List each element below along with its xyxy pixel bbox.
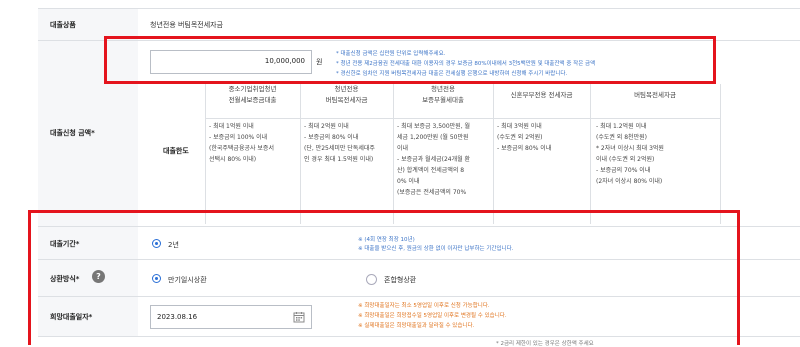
table-header-5: 버팀목전세자금 xyxy=(590,90,720,101)
table-cell-1: - 최대 1억원 이내 - 보증금의 100% 이내 (한국주택금융공사 보증서… xyxy=(209,121,274,165)
table-cell-5-line-4: 이내 (수도권 외 2억원) xyxy=(596,156,655,163)
table-cell-2-line-2: - 보증금의 80% 이내 xyxy=(304,134,359,141)
table-cell-5-line-1: - 최대 1.2억원 이내 xyxy=(596,123,647,130)
table-cell-3-line-6: 0% 이내 xyxy=(397,178,420,185)
table-cell-5-line-3: * 2자녀 이상시 최대 3억원 xyxy=(596,145,664,152)
table-cell-1-line-4: 선택시 80% 이내) xyxy=(209,156,257,163)
product-value: 청년전용 버팀목전세자금 xyxy=(150,21,224,29)
table-cell-3-line-4: - 보증금과 월세금(24개월 환 xyxy=(397,156,471,163)
product-label: 대출상품 xyxy=(50,21,76,29)
table-cell-5-line-2: (수도권 외 8천만원) xyxy=(596,134,647,141)
table-header-4: 신혼부부전용 전세자금 xyxy=(493,90,590,101)
table-header-3: 청년전용 보증부월세대출 xyxy=(393,84,493,106)
highlight-options-box xyxy=(28,210,740,345)
table-cell-5: - 최대 1.2억원 이내 (수도권 외 8천만원) * 2자녀 이상시 최대 … xyxy=(596,121,664,187)
table-header-4-line-1: 신혼부부전용 전세자금 xyxy=(510,91,573,99)
table-cell-3-line-2: 세금 1,200만원 (월 50만원 xyxy=(397,134,469,141)
table-cell-3-line-5: 산) 합계액이 전세금액의 8 xyxy=(397,167,465,174)
table-cell-5-line-5: - 보증금의 70% 이내 xyxy=(596,167,651,174)
table-cell-2-line-3: (단, 만25세미만 단독세대주 xyxy=(304,145,375,152)
table-cell-4-line-3: - 보증금의 80% 이내 xyxy=(497,145,552,152)
table-cell-1-line-1: - 최대 1억원 이내 xyxy=(209,123,254,130)
table-cell-3-line-1: - 최대 보증금 3,500만원, 월 xyxy=(397,123,471,130)
table-cell-4: - 최대 3억원 이내 (수도권 외 2억원) - 보증금의 80% 이내 xyxy=(497,121,551,154)
highlight-amount-box xyxy=(104,36,716,84)
table-cell-2: - 최대 2억원 이내 - 보증금의 80% 이내 (단, 만25세미만 단독세… xyxy=(304,121,375,165)
table-header-1-line-2: 전월세보증금대출 xyxy=(228,96,277,104)
table-cell-4-line-2: (수도권 외 2억원) xyxy=(497,134,543,141)
table-cell-4-line-1: - 최대 3억원 이내 xyxy=(497,123,542,130)
table-cell-1-line-3: (한국주택금융공사 보증서 xyxy=(209,145,274,152)
table-header-3-line-1: 청년전용 xyxy=(431,85,455,93)
table-cell-3: - 최대 보증금 3,500만원, 월 세금 1,200만원 (월 50만원 이… xyxy=(397,121,470,198)
amount-label: 대출신청 금액* xyxy=(50,129,95,137)
table-header-5-line-1: 버팀목전세자금 xyxy=(634,91,676,99)
table-header-3-line-2: 보증부월세대출 xyxy=(422,96,464,104)
table-cell-1-line-2: - 보증금의 100% 이내 xyxy=(209,134,268,141)
table-header-1: 중소기업취업청년 전월세보증금대출 xyxy=(205,84,300,106)
table-header-2-line-1: 청년전용 xyxy=(334,85,359,93)
table-cell-5-line-6: (2자녀 이상시 80% 이내) xyxy=(596,178,663,185)
table-header-1-line-1: 중소기업취업청년 xyxy=(228,85,277,93)
table-cell-3-line-7: (보증금은 전세금액의 70% xyxy=(397,189,467,196)
table-cell-2-line-1: - 최대 2억원 이내 xyxy=(304,123,349,130)
table-header-2-line-2: 버팀목전세자금 xyxy=(325,96,368,104)
table-header-2: 청년전용 버팀목전세자금 xyxy=(300,84,393,106)
table-cell-2-line-4: 인 경우 최대 1.5억원 이내) xyxy=(304,156,374,163)
limit-label: 대출한도 xyxy=(163,147,189,155)
table-cell-3-line-3: 이내 xyxy=(397,145,409,152)
